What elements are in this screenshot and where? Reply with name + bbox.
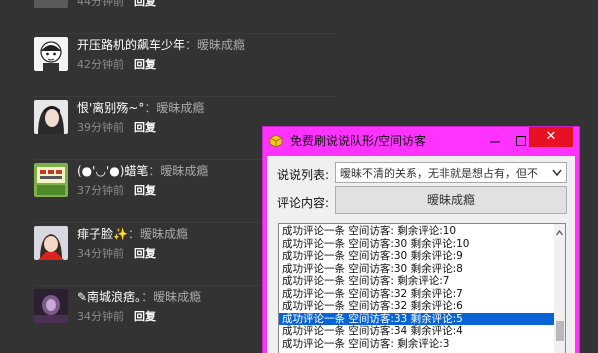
- title-bar[interactable]: 免费刷说说队形/空间访客 ✕: [263, 127, 579, 153]
- reply-link[interactable]: 回复: [134, 0, 156, 8]
- maximize-button[interactable]: [512, 133, 530, 147]
- comment-text: ：暧昧成瘾: [141, 290, 202, 304]
- comment-time: 39分钟前: [77, 121, 124, 134]
- comment-header: 恨'离别殇~°：暧昧成瘾: [77, 100, 204, 116]
- comment-meta: 39分钟前 回复: [77, 121, 156, 135]
- comment-header: ✎南城浪痞。：暧昧成瘾: [77, 289, 201, 305]
- avatar[interactable]: [34, 0, 68, 8]
- scrollbar-thumb[interactable]: [556, 321, 564, 341]
- divider: [34, 96, 336, 97]
- comment-item: 开压路机的飙车少年：暧昧成瘾 42分钟前 回复: [34, 37, 336, 97]
- app-icon: [269, 133, 283, 148]
- window-title: 免费刷说说队形/空间访客: [290, 134, 427, 148]
- comment-header: 开压路机的飙车少年：暧昧成瘾: [77, 37, 245, 53]
- log-line[interactable]: 成功评论一条 空间访客: 剩余评论:10: [282, 225, 554, 237]
- log-line[interactable]: 成功评论一条 空间访客:33 剩余评论:5: [279, 312, 554, 325]
- comment-content-label: 评论内容:: [277, 196, 330, 210]
- divider: [34, 33, 336, 34]
- log-listbox[interactable]: 成功评论一条 空间访客: 剩余评论:10 成功评论一条 空间访客:30 剩余评论:…: [278, 223, 566, 353]
- shuoshuo-list-label: 说说列表:: [277, 168, 330, 182]
- comment-meta: 44分钟前 回复: [77, 0, 156, 9]
- comment-time: 42分钟前: [77, 58, 124, 71]
- log-line[interactable]: 成功评论一条 空间访客:34 剩余评论:4: [282, 325, 554, 337]
- comment-text: ：暧昧成瘾: [185, 38, 246, 52]
- avatar[interactable]: [34, 37, 68, 71]
- avatar[interactable]: [34, 163, 68, 197]
- comment-time: 34分钟前: [77, 247, 124, 260]
- reply-link[interactable]: 回复: [134, 121, 156, 134]
- comment-text: ：暧昧成瘾: [148, 164, 209, 178]
- close-button[interactable]: ✕: [529, 127, 573, 147]
- reply-link[interactable]: 回复: [134, 247, 156, 260]
- comment-time: 34分钟前: [77, 310, 124, 323]
- commenter-name[interactable]: (●'◡'●)蜡笔: [77, 164, 148, 178]
- log-line[interactable]: 成功评论一条 空间访客: 剩余评论:3: [282, 338, 554, 350]
- comment-header: 痱子脸✨：暧昧成瘾: [77, 226, 188, 242]
- comment-item-partial: 44分钟前 回复: [34, 0, 336, 34]
- brush-tool-window: 免费刷说说队形/空间访客 ✕ 说说列表: 暧昧不清的关系，无非就是想占有，但不 …: [262, 126, 580, 353]
- chevron-down-icon[interactable]: [550, 165, 564, 180]
- reply-link[interactable]: 回复: [134, 184, 156, 197]
- commenter-name[interactable]: 开压路机的飙车少年: [77, 38, 185, 52]
- comment-text: ：暧昧成瘾: [144, 101, 205, 115]
- log-line[interactable]: 成功评论一条 空间访客: 剩余评论:7: [282, 275, 554, 287]
- scroll-up-icon[interactable]: [554, 224, 565, 236]
- scrollbar[interactable]: [554, 224, 565, 353]
- shuoshuo-select-value: 暧昧不清的关系，无非就是想占有，但不: [340, 167, 538, 180]
- shuoshuo-select[interactable]: 暧昧不清的关系，无非就是想占有，但不: [335, 162, 567, 183]
- comment-meta: 42分钟前 回复: [77, 58, 156, 72]
- comment-content-button[interactable]: 暧昧成瘾: [335, 186, 567, 214]
- commenter-name[interactable]: ✎南城浪痞。: [77, 290, 141, 304]
- log-line[interactable]: 成功评论一条 空间访客:30 剩余评论:9: [282, 250, 554, 262]
- avatar[interactable]: [34, 100, 68, 134]
- comment-text: ：暧昧成瘾: [127, 227, 188, 241]
- log-line[interactable]: 成功评论一条 空间访客:32 剩余评论:7: [282, 288, 554, 300]
- comment-header: (●'◡'●)蜡笔：暧昧成瘾: [77, 163, 208, 179]
- comment-meta: 34分钟前 回复: [77, 247, 156, 261]
- commenter-name[interactable]: 恨'离别殇~°: [77, 101, 144, 115]
- avatar[interactable]: [34, 289, 68, 323]
- window-content: 说说列表: 暧昧不清的关系，无非就是想占有，但不 评论内容: 暧昧成瘾 成功评论…: [267, 156, 575, 353]
- comment-time: 37分钟前: [77, 184, 124, 197]
- log-line[interactable]: 成功评论一条 空间访客:30 剩余评论:10: [282, 238, 554, 250]
- minimize-button[interactable]: [486, 133, 504, 147]
- log-line[interactable]: 成功评论一条 空间访客:32 剩余评论:6: [282, 300, 554, 312]
- commenter-name[interactable]: 痱子脸✨: [77, 227, 128, 241]
- comment-time: 44分钟前: [77, 0, 124, 8]
- reply-link[interactable]: 回复: [134, 58, 156, 71]
- comment-meta: 34分钟前 回复: [77, 310, 156, 324]
- log-line[interactable]: 成功评论一条 空间访客:30 剩余评论:8: [282, 263, 554, 275]
- comment-meta: 37分钟前 回复: [77, 184, 156, 198]
- reply-link[interactable]: 回复: [134, 310, 156, 323]
- avatar[interactable]: [34, 226, 68, 260]
